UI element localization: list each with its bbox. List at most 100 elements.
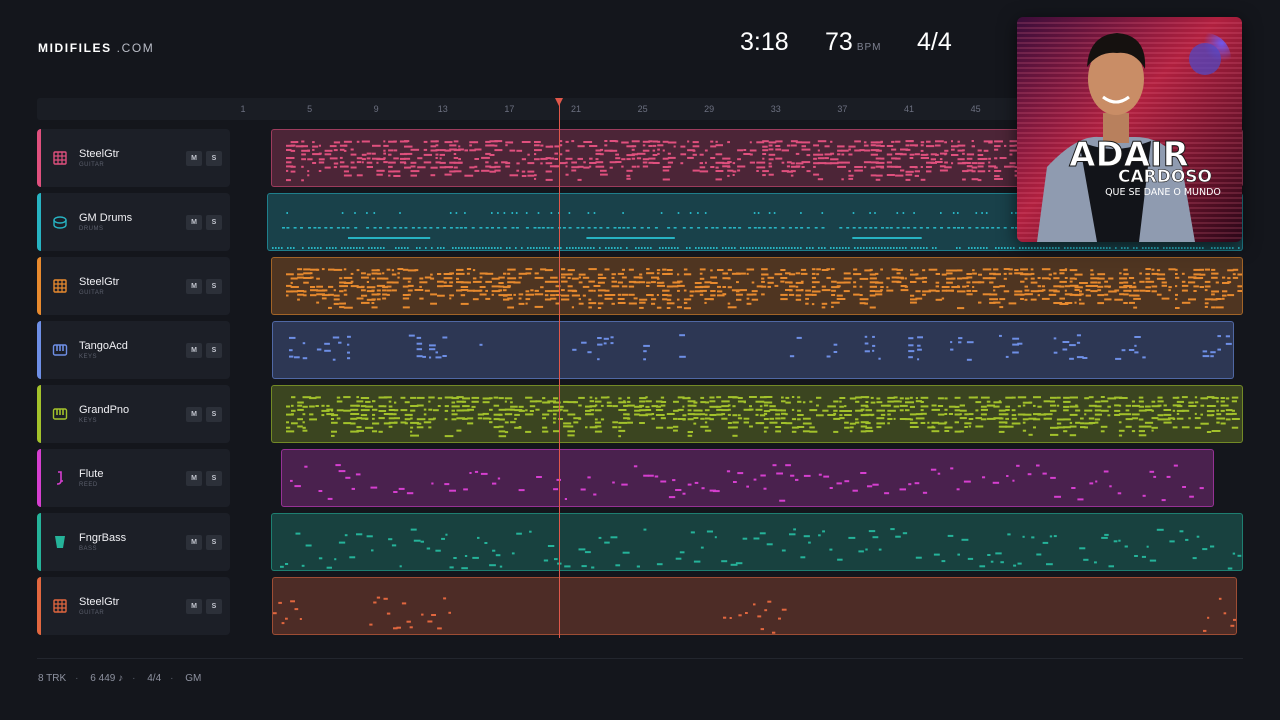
footer-separator: ·	[132, 673, 136, 684]
track-clip[interactable]	[271, 257, 1243, 315]
album-cover: ADAIR CARDOSO QUE SE DANE O MUNDO	[1017, 17, 1242, 242]
tempo-unit: BPM	[856, 42, 882, 53]
track-color-stripe	[37, 577, 41, 635]
solo-button[interactable]: S	[206, 535, 222, 550]
brand-domain: .COM	[116, 41, 155, 55]
track-clip[interactable]	[272, 321, 1234, 379]
track-count: 8 TRK	[38, 673, 67, 684]
track-name: SteelGtr	[79, 148, 120, 160]
track-header[interactable]: SteelGtr GUITAR M S	[37, 129, 230, 187]
track-category: KEYS	[79, 354, 98, 360]
ruler-tick: 21	[570, 104, 582, 114]
time-signature: 4/4	[917, 28, 952, 56]
track-category: DRUMS	[79, 226, 104, 232]
track-header[interactable]: TangoAcd KEYS M S	[37, 321, 230, 379]
track-color-stripe	[37, 449, 41, 507]
solo-button[interactable]: S	[206, 279, 222, 294]
file-summary: 8 TRK · 6 449 ♪ · 4/4 · GM	[38, 673, 201, 684]
track-name: FngrBass	[79, 532, 127, 544]
track-clip[interactable]	[281, 449, 1214, 507]
track-category: GUITAR	[79, 162, 105, 168]
reed-icon	[57, 471, 63, 485]
track-color-stripe	[37, 513, 41, 571]
solo-button[interactable]: S	[206, 215, 222, 230]
mute-button[interactable]: M	[186, 215, 202, 230]
cover-artist-line2: CARDOSO	[1118, 167, 1212, 187]
guitar-icon	[53, 279, 67, 293]
note-pattern	[286, 396, 1240, 438]
guitar-icon	[53, 599, 67, 613]
ruler-tick: 33	[770, 104, 781, 114]
track-header[interactable]: Flute REED M S	[37, 449, 230, 507]
ruler-tick: 17	[504, 104, 515, 114]
track-name: SteelGtr	[79, 596, 120, 608]
playhead-handle[interactable]	[555, 98, 564, 106]
playhead[interactable]	[555, 98, 564, 638]
note-pattern	[290, 464, 1204, 502]
track-clip[interactable]	[271, 385, 1243, 443]
track-header[interactable]: SteelGtr GUITAR M S	[37, 257, 230, 315]
note-pattern	[280, 528, 1242, 570]
guitar-icon	[53, 151, 67, 165]
note-pattern	[289, 334, 1232, 361]
tempo-display: 73 BPM	[825, 28, 881, 57]
track-category: KEYS	[79, 418, 98, 424]
ruler-tick: 29	[704, 104, 715, 114]
tempo-value: 73	[825, 28, 853, 56]
solo-button[interactable]: S	[206, 471, 222, 486]
mute-button[interactable]: M	[186, 343, 202, 358]
brand-logo: MIDIFILES .COM	[38, 41, 154, 55]
ruler-tick: 9	[373, 104, 379, 114]
note-pattern	[273, 596, 1236, 634]
ruler-tick: 5	[307, 104, 313, 114]
mute-button[interactable]: M	[186, 151, 202, 166]
ruler-tick: 41	[903, 104, 915, 114]
solo-button[interactable]: S	[206, 151, 222, 166]
track-color-stripe	[37, 385, 41, 443]
mute-button[interactable]: M	[186, 407, 202, 422]
solo-button[interactable]: S	[206, 343, 222, 358]
midi-standard: GM	[185, 673, 202, 684]
note-pattern	[286, 268, 1242, 310]
track-header[interactable]: GrandPno KEYS M S	[37, 385, 230, 443]
mute-button[interactable]: M	[186, 535, 202, 550]
track-name: Flute	[79, 468, 104, 480]
song-time: 3:18	[740, 28, 789, 56]
ruler-tick: 37	[837, 104, 848, 114]
ruler-tick: 45	[970, 104, 981, 114]
bass-icon	[55, 536, 65, 548]
brand-name: MIDIFILES	[38, 41, 112, 55]
track-header[interactable]: SteelGtr GUITAR M S	[37, 577, 230, 635]
track-category: GUITAR	[79, 290, 105, 296]
footer-separator: ·	[75, 673, 79, 684]
mute-button[interactable]: M	[186, 471, 202, 486]
footer-meter: 4/4	[147, 673, 162, 684]
footer-divider	[37, 658, 1243, 659]
album-cover-art: ADAIR CARDOSO QUE SE DANE O MUNDO	[1017, 17, 1242, 242]
track-category: BASS	[79, 546, 98, 552]
track-category: GUITAR	[79, 610, 105, 616]
keys-icon	[52, 408, 68, 420]
mute-button[interactable]: M	[186, 599, 202, 614]
solo-button[interactable]: S	[206, 407, 222, 422]
drum-icon	[53, 216, 67, 229]
track-name: GrandPno	[79, 404, 130, 416]
ruler-tick: 1	[240, 104, 246, 114]
mute-button[interactable]: M	[186, 279, 202, 294]
track-clip[interactable]	[271, 513, 1243, 571]
track-category: REED	[79, 482, 98, 488]
track-color-stripe	[37, 257, 41, 315]
track-color-stripe	[37, 129, 41, 187]
track-header[interactable]: FngrBass BASS M S	[37, 513, 230, 571]
note-count: 6 449 ♪	[90, 673, 124, 684]
track-name: SteelGtr	[79, 276, 120, 288]
solo-button[interactable]: S	[206, 599, 222, 614]
footer-separator: ·	[170, 673, 174, 684]
keys-icon	[52, 344, 68, 356]
track-color-stripe	[37, 321, 41, 379]
track-name: TangoAcd	[79, 340, 128, 352]
track-header[interactable]: GM Drums DRUMS M S	[37, 193, 230, 251]
ruler-tick: 25	[637, 104, 648, 114]
track-clip[interactable]	[272, 577, 1237, 635]
track-color-stripe	[37, 193, 41, 251]
